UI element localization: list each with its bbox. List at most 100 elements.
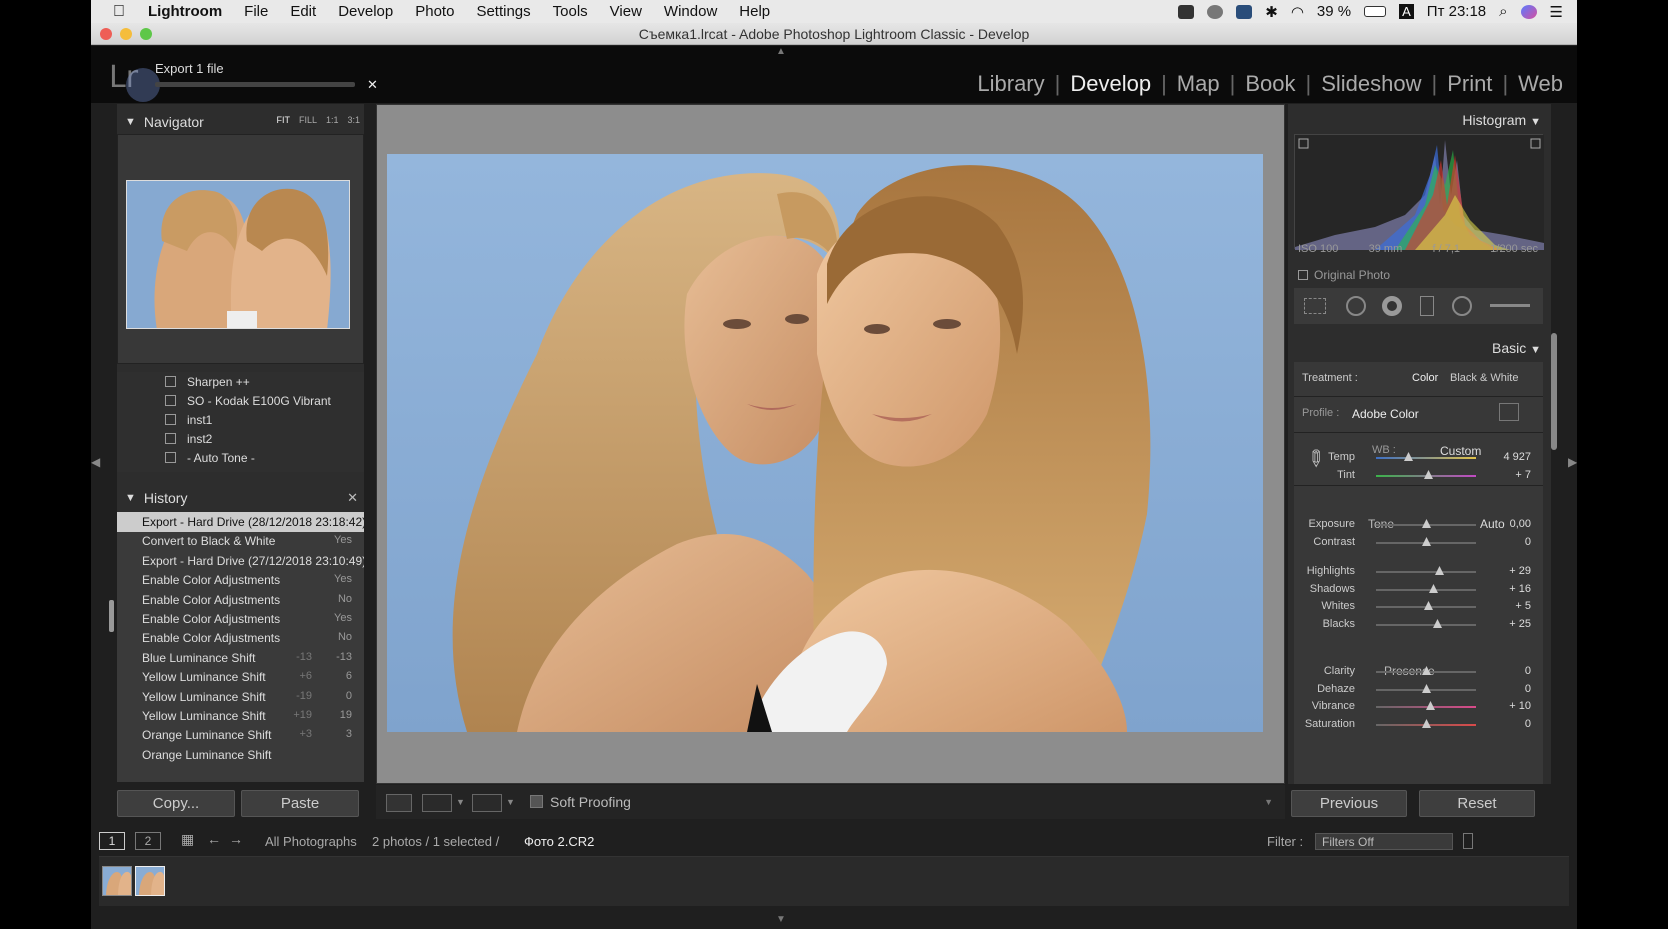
slider-value[interactable]: 0,00 <box>1510 518 1531 530</box>
slider-track[interactable] <box>1376 537 1476 546</box>
siri-icon[interactable] <box>1520 4 1537 19</box>
history-row[interactable]: Enable Color Adjustments No <box>117 590 364 610</box>
history-row[interactable]: Enable Color Adjustments Yes <box>117 570 364 590</box>
preset-item[interactable]: - Auto Tone - <box>165 451 255 465</box>
treatment-bw-option[interactable]: Black & White <box>1450 372 1518 384</box>
history-row[interactable]: Yellow Luminance Shift +6 6 <box>117 667 364 687</box>
module-map[interactable]: Map <box>1177 71 1220 97</box>
preset-item[interactable]: inst1 <box>165 413 212 427</box>
menu-develop[interactable]: Develop <box>327 3 404 20</box>
menu-help[interactable]: Help <box>728 3 781 20</box>
history-row[interactable]: Blue Luminance Shift -13 -13 <box>117 648 364 668</box>
apple-menu-icon[interactable]:  <box>91 3 137 21</box>
slider-track[interactable] <box>1376 666 1476 675</box>
menu-window[interactable]: Window <box>653 3 728 20</box>
before-after-lr-button[interactable] <box>422 794 452 812</box>
notification-center-icon[interactable]: ☰ <box>1550 3 1563 21</box>
module-web[interactable]: Web <box>1518 71 1563 97</box>
slider-track[interactable] <box>1376 601 1476 610</box>
histogram-header[interactable]: Histogram ▼ <box>1462 112 1541 128</box>
profile-select[interactable]: Adobe Color <box>1352 407 1419 421</box>
battery-icon[interactable] <box>1364 6 1387 17</box>
menu-photo[interactable]: Photo <box>404 3 465 20</box>
slider-knob[interactable] <box>1429 584 1438 593</box>
left-panel-scrollbar[interactable] <box>109 600 114 632</box>
preset-item[interactable]: inst2 <box>165 432 212 446</box>
slider-knob[interactable] <box>1435 566 1444 575</box>
slider-track[interactable] <box>1376 519 1476 528</box>
slider-value[interactable]: + 25 <box>1509 618 1531 630</box>
spot-removal-icon[interactable] <box>1346 296 1366 316</box>
slider-knob[interactable] <box>1422 719 1431 728</box>
forward-arrow-icon[interactable]: → <box>229 831 243 847</box>
history-row[interactable]: Yellow Luminance Shift -19 0 <box>117 687 364 707</box>
copy-settings-button[interactable]: Copy... <box>117 790 235 817</box>
slider-knob[interactable] <box>1422 519 1431 528</box>
grid-view-icon[interactable]: ▦ <box>181 831 194 848</box>
history-row[interactable]: Yellow Luminance Shift +19 19 <box>117 706 364 726</box>
creative-cloud-icon[interactable] <box>1207 4 1224 19</box>
wb-select[interactable]: Custom <box>1440 444 1481 458</box>
zoom-3-1[interactable]: 3:1 <box>347 115 360 125</box>
preset-item[interactable]: SO - Kodak E100G Vibrant <box>165 394 331 408</box>
filename[interactable]: Фото 2.CR2 <box>524 834 594 849</box>
history-row[interactable]: Orange Luminance Shift <box>117 745 364 765</box>
slider-track[interactable] <box>1376 584 1476 593</box>
display-icon[interactable] <box>1178 4 1195 19</box>
reset-button[interactable]: Reset <box>1419 790 1535 817</box>
main-photo[interactable] <box>387 154 1263 732</box>
module-library[interactable]: Library <box>977 71 1044 97</box>
slider-track[interactable] <box>1376 452 1476 461</box>
adjustment-brush-icon[interactable] <box>1490 304 1530 307</box>
bluetooth-icon[interactable]: ✱ <box>1265 3 1278 21</box>
original-photo-checkbox[interactable] <box>1298 270 1308 280</box>
history-row[interactable]: Convert to Black & White Yes <box>117 531 364 551</box>
filter-select[interactable]: Filters Off <box>1315 833 1453 850</box>
history-row[interactable]: Export - Hard Drive (27/12/2018 23:10:49… <box>117 551 364 571</box>
slider-knob[interactable] <box>1424 601 1433 610</box>
slider-knob[interactable] <box>1422 684 1431 693</box>
clear-history-button[interactable]: ✕ <box>347 490 358 506</box>
chevron-down-icon[interactable]: ▼ <box>456 797 465 807</box>
slider-knob[interactable] <box>1424 470 1433 479</box>
menu-app[interactable]: Lightroom <box>137 3 233 20</box>
input-source-indicator[interactable]: A <box>1399 4 1414 19</box>
spotlight-search-icon[interactable]: ⌕ <box>1499 3 1507 20</box>
red-eye-icon[interactable] <box>1382 296 1402 316</box>
menu-file[interactable]: File <box>233 3 279 20</box>
slider-value[interactable]: 0 <box>1525 536 1531 548</box>
slider-value[interactable]: 0 <box>1525 665 1531 677</box>
filmstrip-thumbnail[interactable] <box>102 866 132 896</box>
slider-track[interactable] <box>1376 719 1476 728</box>
profile-browser-icon[interactable] <box>1499 403 1519 421</box>
dropbox-icon[interactable] <box>1236 4 1253 19</box>
disclosure-triangle-icon[interactable]: ▼ <box>125 116 136 128</box>
module-book[interactable]: Book <box>1245 71 1295 97</box>
module-develop[interactable]: Develop <box>1070 71 1151 97</box>
history-header[interactable]: ▼ History <box>125 486 360 510</box>
graduated-filter-icon[interactable] <box>1420 296 1434 316</box>
disclosure-triangle-icon[interactable]: ▼ <box>1530 344 1541 356</box>
history-row[interactable]: Export - Hard Drive (28/12/2018 23:18:42… <box>117 512 364 532</box>
disclosure-triangle-icon[interactable]: ▼ <box>125 492 136 504</box>
history-row[interactable]: Enable Color Adjustments No <box>117 628 364 648</box>
basic-header[interactable]: Basic ▼ <box>1492 340 1541 356</box>
slider-knob[interactable] <box>1426 701 1435 710</box>
right-panel-scrollbar[interactable] <box>1551 333 1557 450</box>
cancel-export-button[interactable]: ✕ <box>367 77 378 93</box>
module-print[interactable]: Print <box>1447 71 1492 97</box>
slider-knob[interactable] <box>1404 452 1413 461</box>
slider-track[interactable] <box>1376 619 1476 628</box>
slider-track[interactable] <box>1376 566 1476 575</box>
slider-value[interactable]: 4 927 <box>1503 451 1531 463</box>
radial-filter-icon[interactable] <box>1452 296 1472 316</box>
preset-item[interactable]: Sharpen ++ <box>165 375 250 389</box>
filmstrip-toggle-icon[interactable]: ▼ <box>776 914 786 925</box>
clock[interactable]: Пт 23:18 <box>1427 3 1486 20</box>
collapse-left-panel-icon[interactable]: ◀ <box>91 455 100 469</box>
toolbar-menu-icon[interactable]: ▼ <box>1264 797 1273 807</box>
slider-track[interactable] <box>1376 684 1476 693</box>
slider-track[interactable] <box>1376 470 1476 479</box>
navigator-preview[interactable] <box>126 180 350 329</box>
disclosure-triangle-icon[interactable]: ▼ <box>1530 116 1541 128</box>
